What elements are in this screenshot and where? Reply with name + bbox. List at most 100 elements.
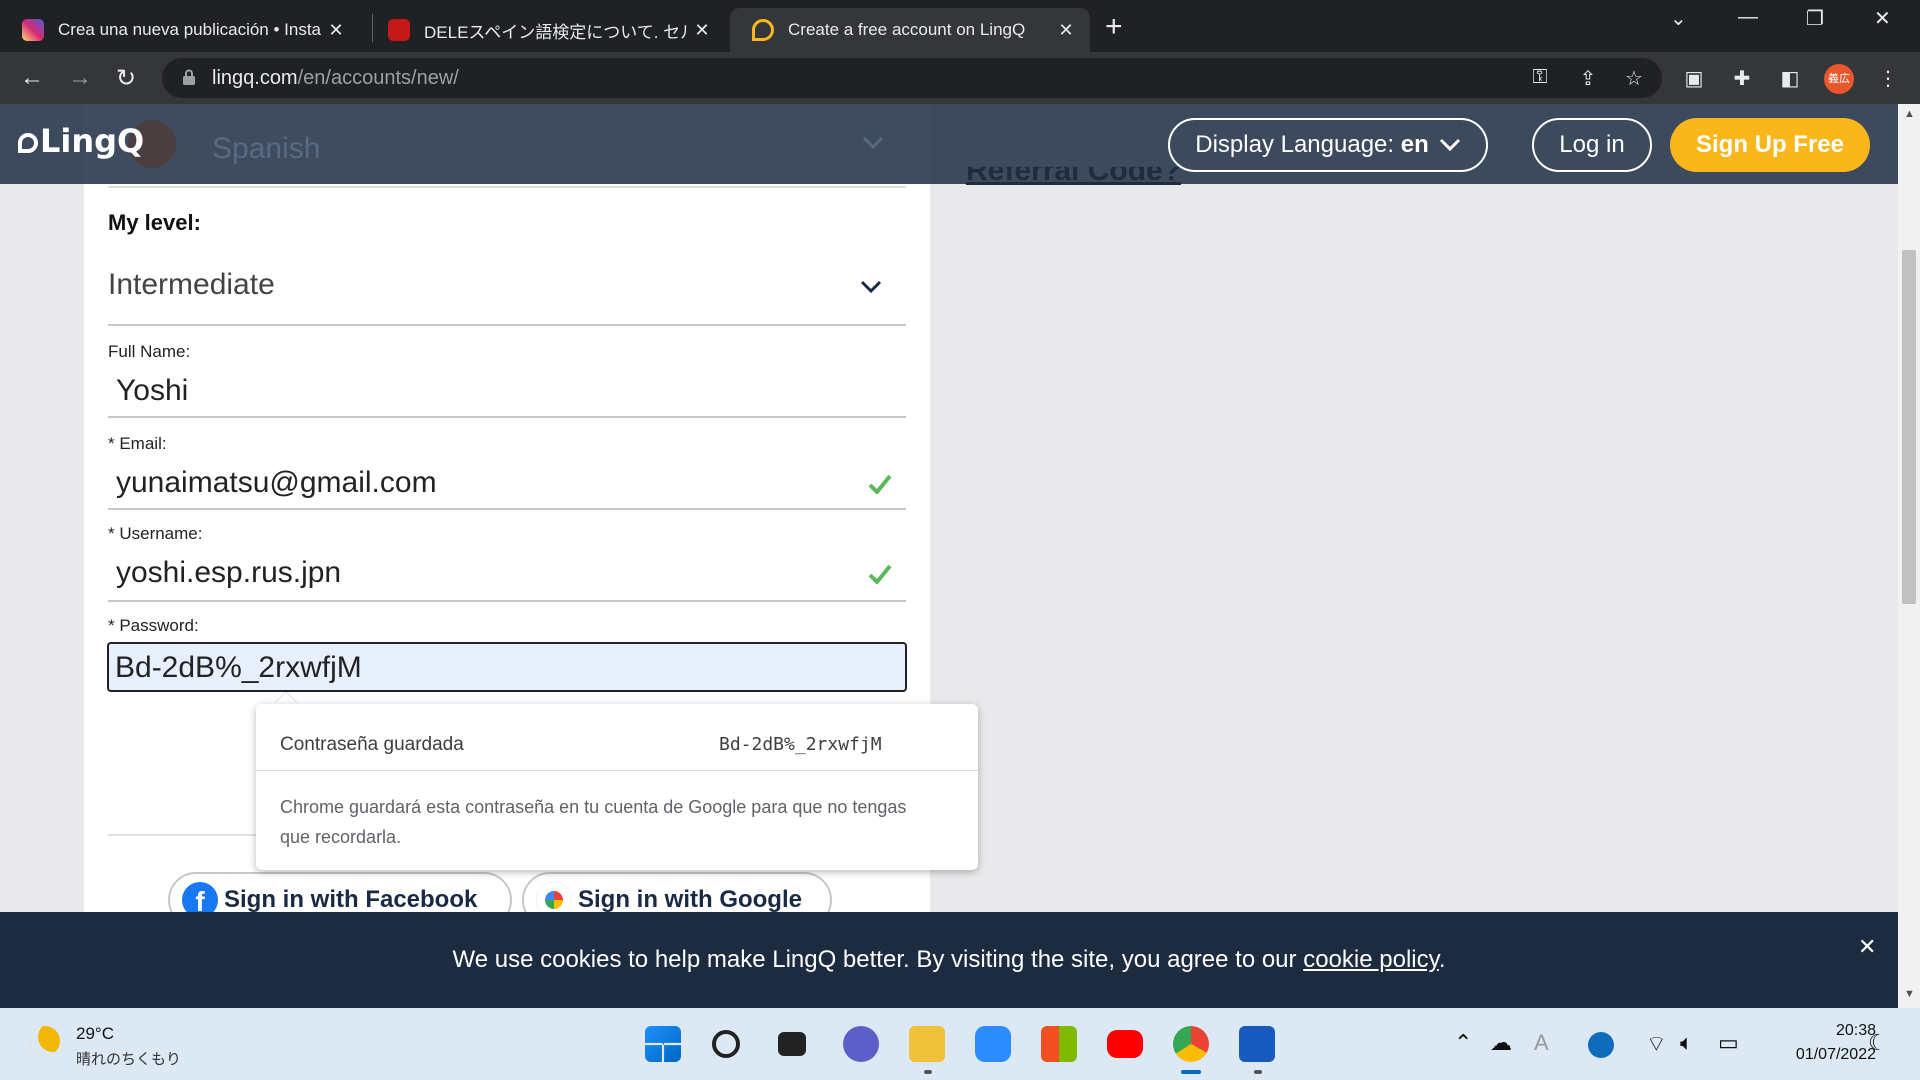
cookie-message: We use cookies to help make LingQ better… [0, 946, 1898, 974]
signup-button[interactable]: Sign Up Free [1670, 118, 1870, 172]
facebook-label: Sign in with Facebook [224, 886, 478, 913]
fullname-input[interactable]: Yoshi [116, 374, 188, 408]
password-saved-popup[interactable]: Contraseña guardada Bd-2dB%_2rxwfjM Chro… [256, 704, 978, 870]
language-select[interactable]: Spanish [212, 132, 320, 166]
key-icon[interactable]: ⚿ [1528, 66, 1552, 90]
menu-icon[interactable]: ⋮ [1876, 66, 1900, 90]
running-indicator [924, 1070, 932, 1074]
tab-title: Crea una nueva publicación • Insta [58, 20, 322, 39]
file-explorer-icon[interactable] [909, 1026, 945, 1062]
start-icon[interactable] [645, 1026, 681, 1062]
url-text: lingq.com/en/accounts/new/ [212, 67, 459, 89]
edge-notification-icon[interactable] [1588, 1032, 1614, 1058]
display-language-value: en [1400, 131, 1429, 158]
google-label: Sign in with Google [578, 886, 802, 913]
weather-moon-icon[interactable] [30, 1026, 60, 1056]
username-input[interactable]: yoshi.esp.rus.jpn [116, 556, 341, 590]
browser-tabstrip: Crea una nueva publicación • Insta ✕ DEL… [0, 0, 1920, 52]
password-input[interactable]: Bd-2dB%_2rxwfjM [107, 642, 907, 692]
puzzle-icon[interactable]: ✚ [1730, 66, 1754, 90]
teams-chat-icon[interactable] [843, 1026, 879, 1062]
tab-title: DELEスペイン語検定について. セルバ [424, 22, 688, 42]
wifi-icon[interactable]: ⌔ [1646, 1030, 1667, 1058]
clock-date: 01/07/2022 [1795, 1046, 1876, 1063]
scroll-up-icon[interactable]: ▲ [1904, 108, 1915, 120]
scroll-down-icon[interactable]: ▼ [1904, 988, 1915, 1000]
check-icon [868, 564, 892, 584]
zoom-icon[interactable] [975, 1026, 1011, 1062]
windows-taskbar: 29°C 晴れのちくもり ⌃ ☁ A ⌔ 🔈︎ ▭ 20:38 01/07/20… [0, 1008, 1920, 1080]
onedrive-icon[interactable]: ☁ [1490, 1030, 1512, 1056]
display-language-label: Display Language: [1195, 131, 1395, 158]
word-icon[interactable] [1239, 1026, 1275, 1062]
email-underline [108, 508, 906, 510]
popup-password: Bd-2dB%_2rxwfjM [719, 734, 882, 755]
minimize-icon[interactable]: — [1738, 6, 1758, 29]
tab-instagram[interactable]: Crea una nueva publicación • Insta ✕ [0, 8, 360, 52]
restore-icon[interactable]: ❐ [1806, 6, 1824, 31]
fullname-label: Full Name: [108, 342, 191, 361]
page-viewport: My level: Intermediate Full Name: Yoshi … [0, 104, 1920, 1008]
weather-description: 晴れのちくもり [76, 1051, 182, 1068]
close-icon[interactable]: ✕ [1858, 934, 1876, 960]
search-icon[interactable] [712, 1030, 740, 1058]
back-icon[interactable]: ← [20, 64, 44, 92]
lingq-icon [752, 19, 774, 41]
pen-icon[interactable]: A [1534, 1030, 1549, 1056]
language-underline [108, 186, 906, 188]
star-icon[interactable]: ☆ [1622, 66, 1646, 90]
chevron-up-icon[interactable]: ⌃ [1454, 1030, 1472, 1056]
login-button[interactable]: Log in [1532, 118, 1652, 172]
display-language-button[interactable]: Display Language: en [1168, 118, 1488, 172]
cookie-banner: We use cookies to help make LingQ better… [0, 912, 1898, 1008]
new-tab-button[interactable]: + [1105, 10, 1123, 44]
chevron-down-icon[interactable] [860, 280, 882, 294]
lingq-logo[interactable]: LingQ [18, 122, 144, 160]
check-icon [868, 474, 892, 494]
close-window-icon[interactable]: ✕ [1874, 6, 1891, 31]
close-tab-icon[interactable]: ✕ [688, 20, 716, 41]
logo-text: LingQ [40, 122, 145, 160]
volume-icon[interactable]: 🔈︎ [1680, 1030, 1693, 1056]
profile-avatar[interactable]: 義広 [1824, 64, 1854, 94]
password-value: Bd-2dB%_2rxwfjM [115, 651, 362, 684]
clock-time: 20:38 [1835, 1022, 1876, 1039]
store-icon[interactable] [1041, 1026, 1077, 1062]
scroll-thumb[interactable] [1902, 250, 1916, 604]
level-label: My level: [108, 210, 201, 235]
lock-icon [183, 69, 195, 85]
tab-search-icon[interactable]: ⌄ [1670, 6, 1687, 31]
close-tab-icon[interactable]: ✕ [1052, 20, 1080, 41]
side-panel-icon[interactable]: ◧ [1778, 66, 1802, 90]
chrome-icon[interactable] [1173, 1026, 1209, 1062]
reload-icon[interactable]: ↻ [116, 64, 136, 93]
extension-icon[interactable]: ▣ [1682, 66, 1706, 90]
tab-lingq[interactable]: Create a free account on LingQ ✕ [730, 8, 1090, 52]
tab-dele[interactable]: DELEスペイン語検定について. セルバ ✕ [366, 8, 726, 52]
cookie-policy-link[interactable]: cookie policy [1303, 946, 1439, 973]
chevron-down-icon [862, 136, 884, 150]
forward-icon[interactable]: → [68, 64, 92, 92]
task-view-icon[interactable] [778, 1032, 806, 1056]
share-icon[interactable]: ⇪ [1576, 66, 1600, 90]
tab-title: Create a free account on LingQ [788, 20, 1026, 39]
chevron-down-icon [1439, 138, 1460, 152]
address-bar[interactable]: lingq.com/en/accounts/new/ [162, 58, 1662, 98]
page-scrollbar[interactable]: ▲ ▼ [1898, 104, 1920, 1008]
password-label: * Password: [108, 616, 199, 635]
running-indicator [1254, 1070, 1262, 1074]
cookie-suffix: . [1438, 946, 1446, 973]
username-underline [108, 600, 906, 602]
popup-title: Contraseña guardada [280, 734, 464, 755]
youtube-icon[interactable] [1107, 1030, 1143, 1058]
close-tab-icon[interactable]: ✕ [322, 20, 350, 41]
cookie-text: We use cookies to help make LingQ better… [452, 946, 1297, 973]
email-input[interactable]: yunaimatsu@gmail.com [116, 466, 437, 500]
level-select[interactable]: Intermediate [108, 268, 275, 302]
fullname-underline [108, 416, 906, 418]
browser-toolbar: ← → ↻ lingq.com/en/accounts/new/ ⚿ ⇪ ☆ ▣… [0, 52, 1920, 104]
battery-icon[interactable]: ▭ [1718, 1030, 1739, 1056]
instagram-icon [22, 19, 44, 41]
level-underline [108, 324, 906, 326]
focus-moon-icon[interactable]: ☾ [1868, 1030, 1888, 1056]
